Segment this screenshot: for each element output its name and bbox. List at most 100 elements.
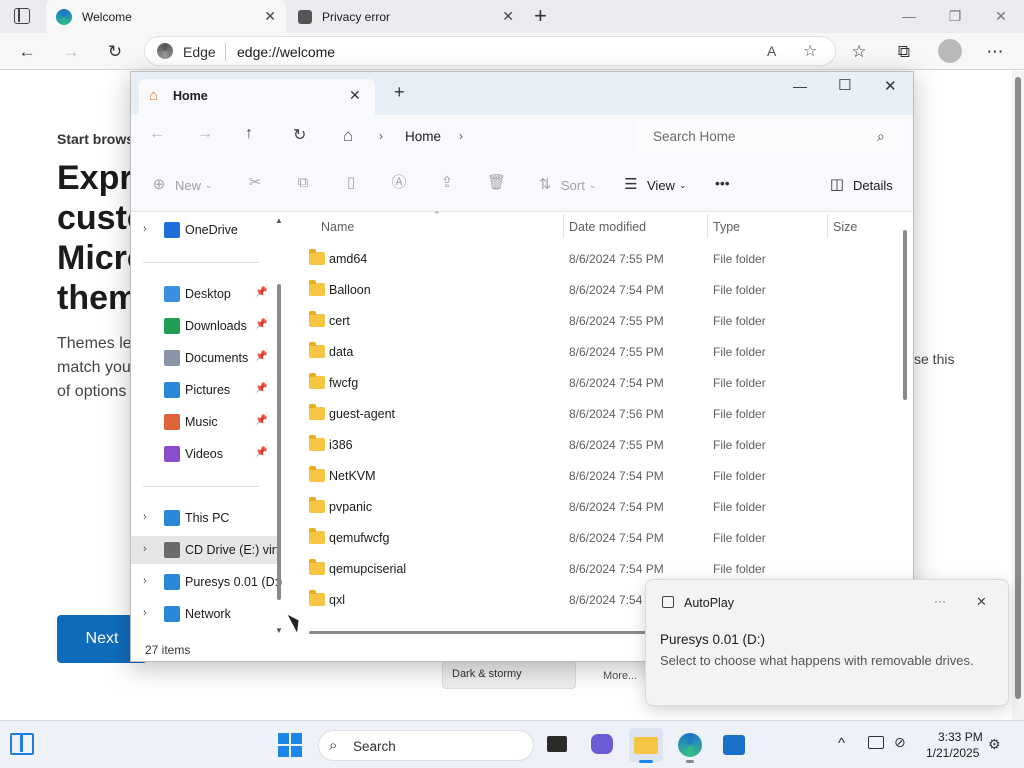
share-icon[interactable]: ⇪: [439, 175, 455, 191]
table-row[interactable]: cert 8/6/2024 7:55 PM File folder: [289, 306, 899, 337]
expand-chevron-icon[interactable]: ›: [143, 575, 147, 587]
expand-chevron-icon[interactable]: ›: [143, 607, 147, 619]
more-options-icon[interactable]: •••: [715, 175, 730, 195]
autoplay-notification[interactable]: AutoPlay ··· ✕ Puresys 0.01 (D:) Select …: [645, 579, 1009, 706]
expand-chevron-icon[interactable]: ›: [143, 511, 147, 523]
back-button[interactable]: ←: [12, 37, 42, 67]
copy-icon[interactable]: ⧉: [295, 175, 311, 191]
nav-item-documents[interactable]: Documents 📌: [131, 344, 281, 372]
column-date-modified[interactable]: Date modified: [569, 220, 646, 234]
scroll-up-arrow-icon[interactable]: ▲: [275, 216, 283, 225]
up-arrow-icon[interactable]: ↑: [245, 125, 253, 143]
nav-item-this-pc[interactable]: › This PC: [131, 504, 281, 532]
column-divider[interactable]: [827, 214, 828, 238]
back-arrow-icon[interactable]: ←: [149, 125, 165, 143]
file-explorer-taskbar-icon[interactable]: [629, 728, 663, 763]
table-row[interactable]: pvpanic 8/6/2024 7:54 PM File folder: [289, 492, 899, 523]
search-input[interactable]: Search Home: [653, 129, 736, 144]
column-size[interactable]: Size: [833, 220, 857, 234]
cut-icon[interactable]: ✂: [247, 175, 263, 191]
explorer-tab-home[interactable]: ⌂ Home ✕: [139, 79, 375, 115]
table-row[interactable]: data 8/6/2024 7:55 PM File folder: [289, 337, 899, 368]
theme-card-dark-stormy[interactable]: Dark & stormy: [442, 661, 576, 689]
nav-item-onedrive[interactable]: › OneDrive: [131, 216, 281, 244]
restore-button[interactable]: ❐: [932, 0, 978, 33]
view-button[interactable]: ☰ View ⌄: [623, 175, 686, 195]
collections-icon[interactable]: ⧉: [889, 37, 919, 67]
column-name[interactable]: Name: [321, 220, 354, 234]
column-type[interactable]: Type: [713, 220, 740, 234]
chat-icon[interactable]: [585, 728, 619, 762]
new-tab-button[interactable]: +: [534, 3, 547, 29]
tab-privacy-error[interactable]: Privacy error ✕: [288, 0, 524, 33]
nav-scrollbar[interactable]: ▲ ▼: [275, 216, 283, 637]
clock-time[interactable]: 3:33 PM: [938, 730, 983, 744]
task-view-icon[interactable]: [541, 728, 575, 762]
explorer-new-tab-button[interactable]: +: [394, 82, 405, 103]
network-tray-icon[interactable]: [868, 736, 884, 749]
nav-item-videos[interactable]: Videos 📌: [131, 440, 281, 468]
table-row[interactable]: Balloon 8/6/2024 7:54 PM File folder: [289, 275, 899, 306]
tray-overflow-chevron-icon[interactable]: ^: [838, 735, 845, 752]
nav-item-cd-drive-e-virt[interactable]: › CD Drive (E:) virt: [131, 536, 281, 564]
explorer-minimize-button[interactable]: —: [793, 78, 807, 94]
table-row[interactable]: guest-agent 8/6/2024 7:56 PM File folder: [289, 399, 899, 430]
paste-icon[interactable]: ▯: [343, 175, 359, 191]
profile-avatar[interactable]: [938, 39, 962, 63]
breadcrumb[interactable]: ⌂ › Home ›: [331, 121, 625, 153]
table-row[interactable]: i386 8/6/2024 7:55 PM File folder: [289, 430, 899, 461]
notification-bell-icon[interactable]: ⚙: [988, 736, 1001, 753]
address-bar[interactable]: Edge edge://welcome A ☆: [144, 36, 836, 66]
scroll-down-arrow-icon[interactable]: ▼: [275, 626, 283, 635]
taskbar-search[interactable]: ⌕ Search: [318, 730, 534, 761]
breadcrumb-chevron-icon[interactable]: ›: [459, 129, 463, 143]
forward-button[interactable]: →: [56, 37, 86, 67]
column-divider[interactable]: [707, 214, 708, 238]
breadcrumb-item-home[interactable]: Home: [405, 129, 441, 144]
start-button[interactable]: [278, 733, 302, 757]
refresh-button[interactable]: ↻: [100, 37, 130, 67]
table-row[interactable]: amd64 8/6/2024 7:55 PM File folder: [289, 244, 899, 275]
url-text[interactable]: edge://welcome: [237, 44, 335, 60]
search-box[interactable]: Search Home ⌕: [635, 121, 903, 153]
expand-chevron-icon[interactable]: ›: [143, 543, 147, 555]
settings-more-icon[interactable]: ⋯: [980, 37, 1010, 67]
forward-arrow-icon[interactable]: →: [197, 125, 213, 143]
close-tab-icon[interactable]: ✕: [349, 87, 361, 104]
expand-chevron-icon[interactable]: ›: [143, 223, 147, 235]
close-window-button[interactable]: ✕: [978, 0, 1024, 33]
store-icon[interactable]: [717, 728, 751, 762]
tab-actions-icon[interactable]: [14, 8, 30, 24]
nav-item-pictures[interactable]: Pictures 📌: [131, 376, 281, 404]
minimize-button[interactable]: —: [886, 0, 932, 33]
nav-item-network[interactable]: › Network: [131, 600, 281, 628]
refresh-icon[interactable]: ↻: [293, 125, 306, 145]
horizontal-scrollbar[interactable]: [309, 631, 649, 634]
table-row[interactable]: qemufwcfg 8/6/2024 7:54 PM File folder: [289, 523, 899, 554]
delete-icon[interactable]: 🗑: [487, 175, 506, 191]
explorer-maximize-button[interactable]: ☐: [838, 76, 851, 94]
read-aloud-icon[interactable]: A: [767, 43, 776, 59]
table-row[interactable]: fwcfg 8/6/2024 7:54 PM File folder: [289, 368, 899, 399]
volume-muted-icon[interactable]: ⊘: [894, 734, 906, 751]
add-favorite-icon[interactable]: ☆: [803, 41, 817, 61]
new-button[interactable]: ⊕ New ⌄: [151, 175, 213, 195]
nav-item-downloads[interactable]: Downloads 📌: [131, 312, 281, 340]
sort-button[interactable]: ⇅ Sort ⌄: [537, 175, 597, 195]
nav-item-puresys-0-01-d[interactable]: › Puresys 0.01 (D:): [131, 568, 282, 596]
explorer-close-button[interactable]: ✕: [884, 77, 897, 95]
notification-more-icon[interactable]: ···: [934, 594, 946, 608]
column-divider[interactable]: [563, 214, 564, 238]
details-button[interactable]: ◫ Details: [829, 175, 893, 195]
widgets-icon[interactable]: [10, 733, 34, 755]
notification-close-icon[interactable]: ✕: [976, 594, 987, 610]
close-tab-icon[interactable]: ✕: [502, 8, 514, 25]
content-scrollbar[interactable]: [903, 230, 907, 400]
close-tab-icon[interactable]: ✕: [264, 8, 276, 25]
nav-item-desktop[interactable]: Desktop 📌: [131, 280, 281, 308]
page-scrollbar[interactable]: [1012, 71, 1024, 720]
edge-taskbar-icon[interactable]: [673, 728, 707, 763]
clock-date[interactable]: 1/21/2025: [926, 746, 979, 760]
rename-icon[interactable]: Ⓐ: [391, 175, 407, 191]
nav-item-music[interactable]: Music 📌: [131, 408, 281, 436]
